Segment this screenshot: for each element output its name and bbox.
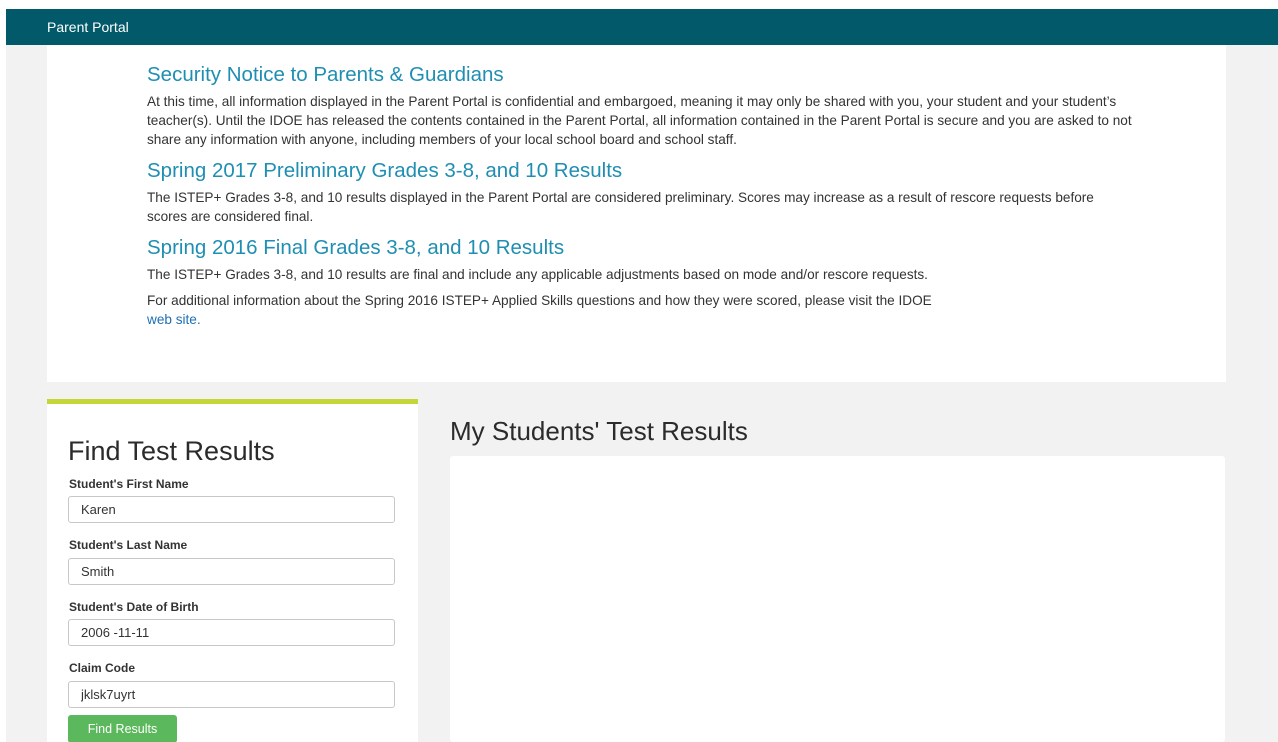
last-name-label: Student's Last Name [69, 538, 188, 552]
first-name-label: Student's First Name [69, 477, 189, 491]
first-name-input[interactable] [68, 496, 395, 523]
find-test-results-heading: Find Test Results [68, 436, 275, 466]
date-of-birth-label: Student's Date of Birth [69, 600, 199, 614]
spring-2017-heading: Spring 2017 Preliminary Grades 3-8, and … [147, 159, 623, 182]
claim-code-input[interactable] [68, 681, 395, 708]
find-test-results-panel: Find Test Results Student's First Name S… [47, 399, 418, 742]
spring-2016-text: The ISTEP+ Grades 3-8, and 10 results ar… [147, 267, 928, 282]
page: Parent Portal Security Notice to Parents… [0, 0, 1278, 742]
security-notice-text: At this time, all information displayed … [147, 94, 1132, 147]
idoe-web-site-link[interactable]: web site. [147, 312, 201, 327]
results-container [450, 456, 1225, 742]
notice-card: Security Notice to Parents & Guardians A… [47, 45, 1226, 382]
spring-2017-text: The ISTEP+ Grades 3-8, and 10 results di… [147, 190, 1094, 224]
spring-2016-heading: Spring 2016 Final Grades 3-8, and 10 Res… [147, 236, 565, 259]
find-results-button[interactable]: Find Results [68, 715, 177, 742]
last-name-input[interactable] [68, 558, 395, 585]
notice-content: Security Notice to Parents & Guardians A… [147, 63, 1137, 329]
security-notice-heading: Security Notice to Parents & Guardians [147, 63, 504, 86]
applied-skills-sentence: For additional information about the Spr… [147, 293, 932, 308]
top-nav-bar: Parent Portal [6, 9, 1278, 45]
date-of-birth-input[interactable] [68, 619, 395, 646]
portal-title[interactable]: Parent Portal [47, 19, 129, 35]
claim-code-label: Claim Code [69, 661, 136, 675]
applied-skills-text: For additional information about the Spr… [147, 291, 1137, 329]
my-students-results-heading: My Students' Test Results [450, 416, 748, 446]
